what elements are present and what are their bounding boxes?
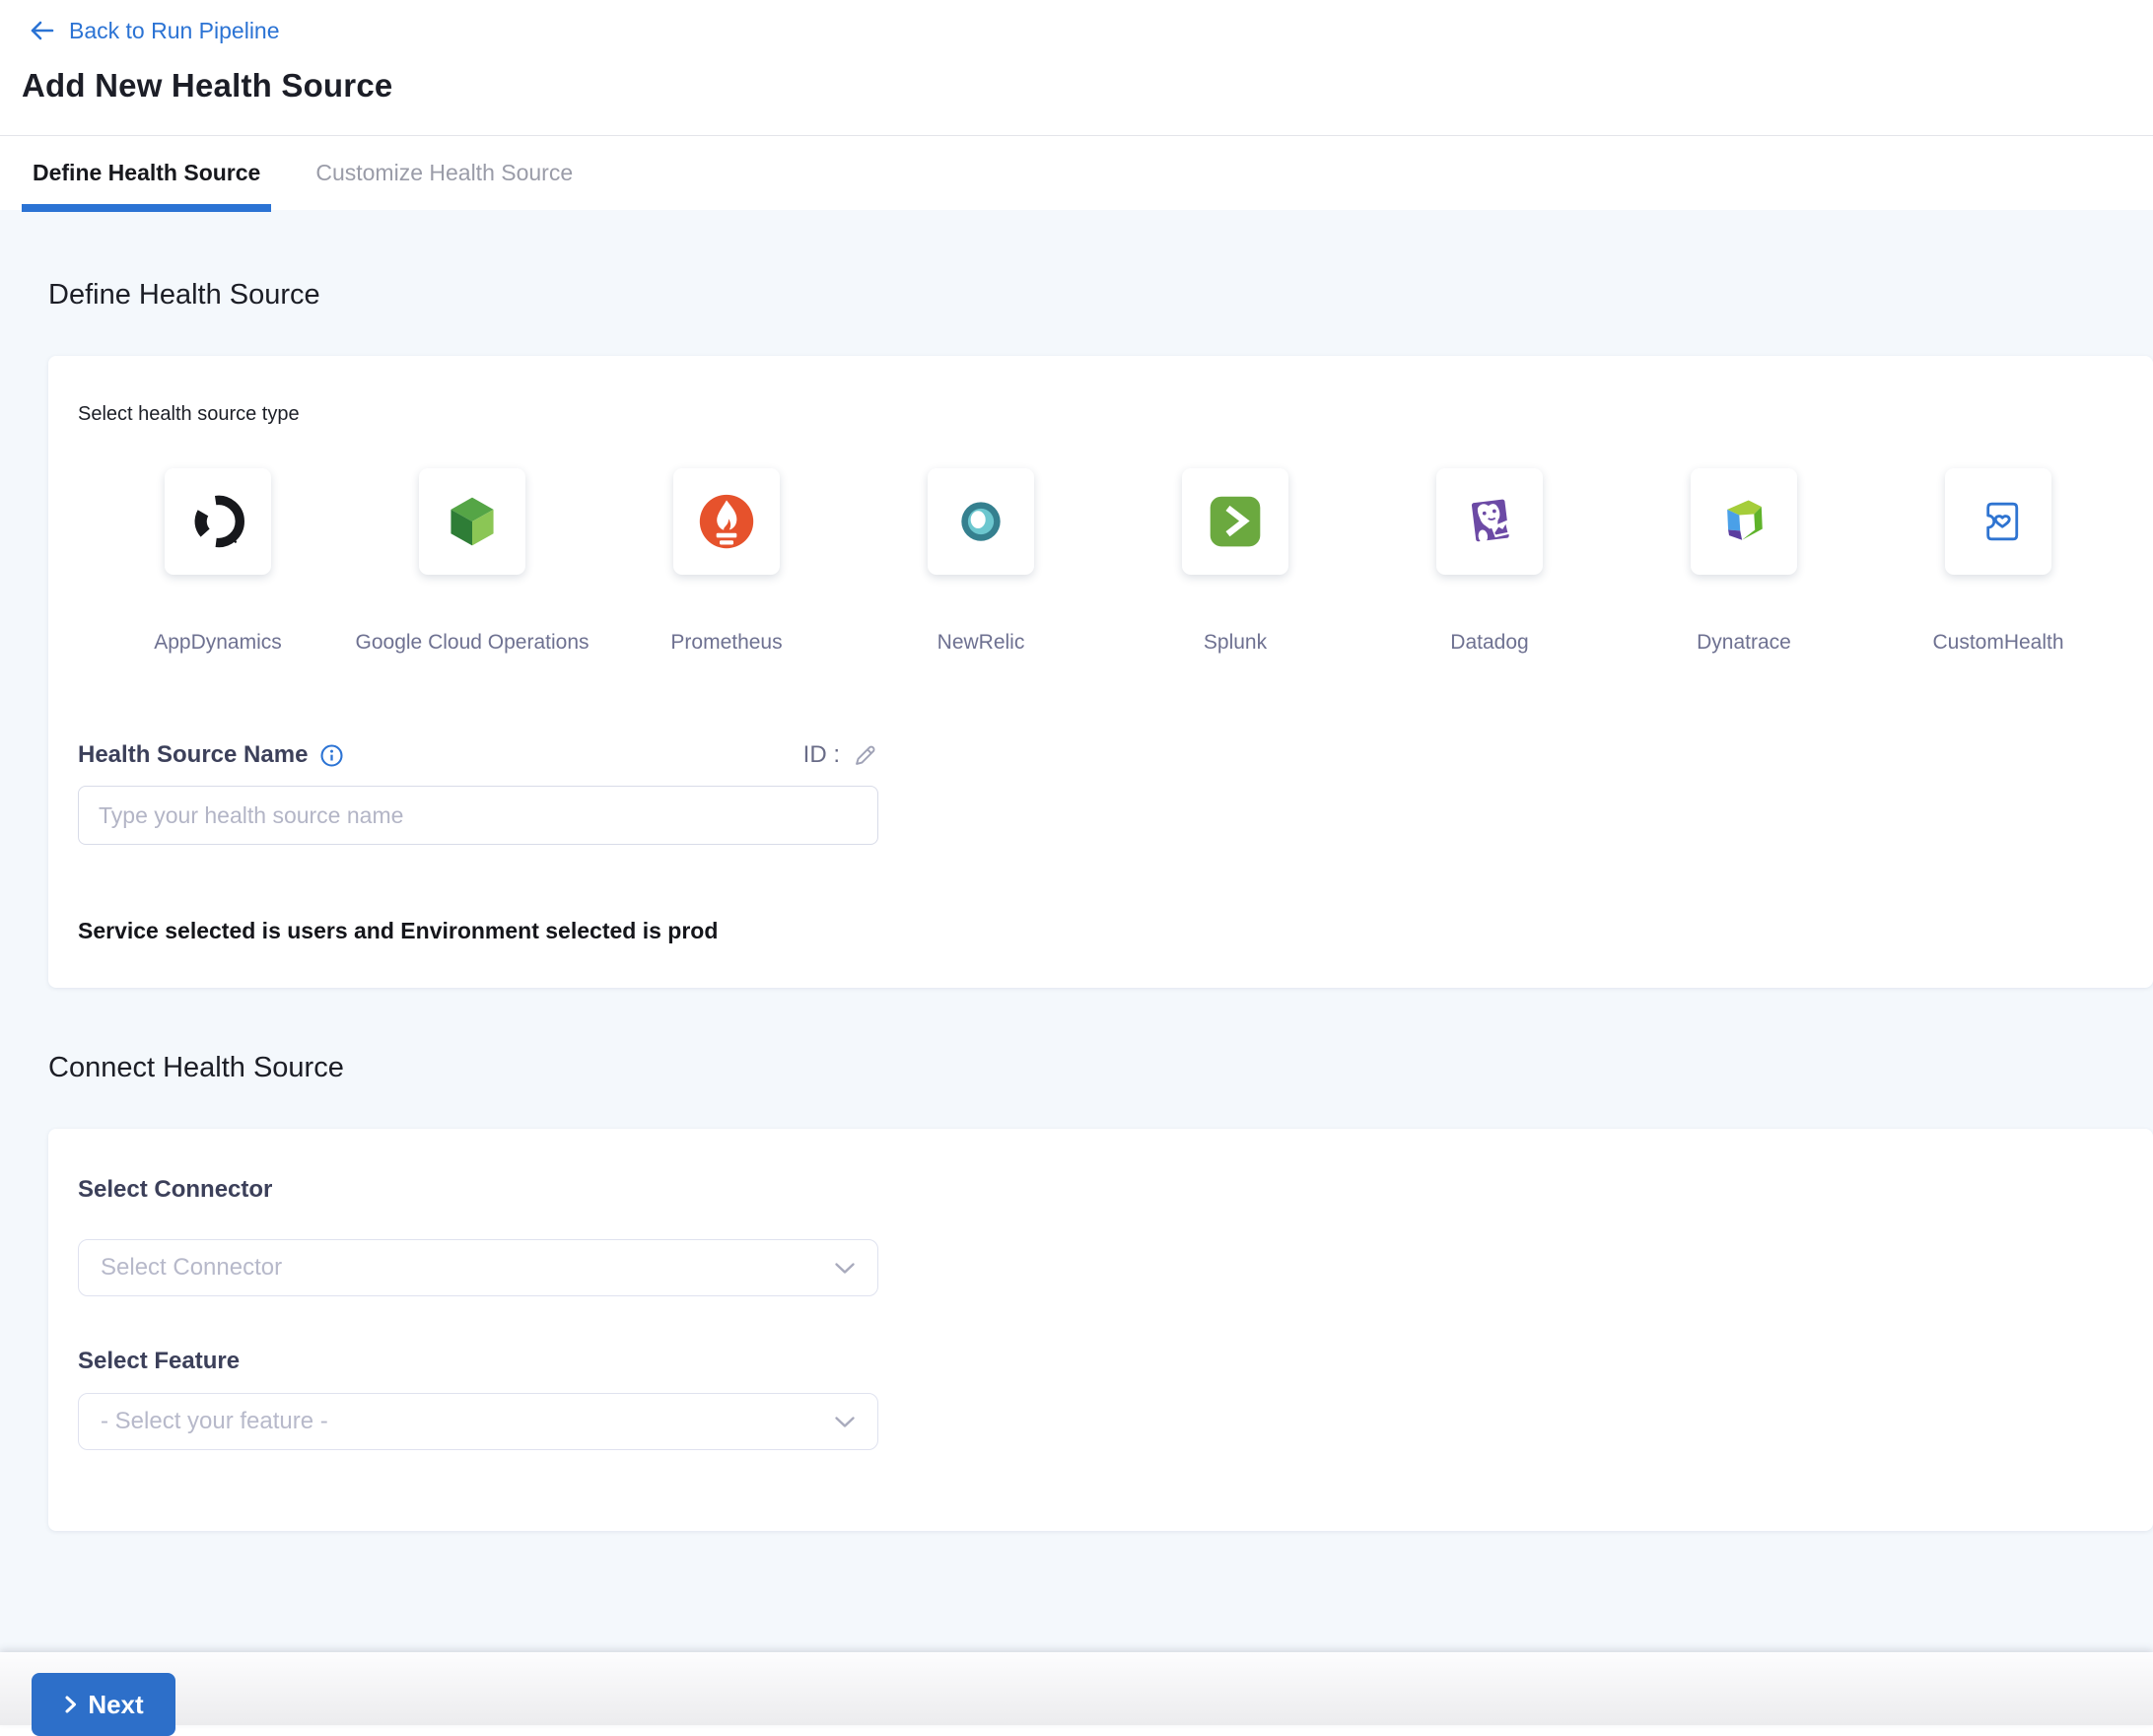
chevron-down-icon <box>834 1262 856 1275</box>
connector-select-placeholder: Select Connector <box>101 1254 282 1282</box>
tab-customize-health-source[interactable]: Customize Health Source <box>305 136 584 210</box>
page-title: Add New Health Source <box>22 67 2153 104</box>
select-type-label: Select health source type <box>78 403 2123 425</box>
dynatrace-icon <box>1714 492 1773 551</box>
id-display: ID : <box>803 741 878 769</box>
chevron-right-icon <box>63 1695 78 1714</box>
splunk-icon <box>1206 492 1265 551</box>
back-navigation: Back to Run Pipeline <box>28 16 2153 45</box>
health-source-name-label: Health Source Name <box>78 741 308 769</box>
selection-note: Service selected is users and Environmen… <box>78 918 2123 943</box>
chevron-down-icon <box>834 1416 856 1428</box>
datadog-icon <box>1460 492 1519 551</box>
next-button-label: Next <box>88 1690 143 1720</box>
source-type-appdynamics[interactable]: AppDynamics <box>165 468 271 656</box>
health-source-name-input[interactable] <box>78 786 878 845</box>
tab-bar: Define Health Source Customize Health So… <box>0 135 2153 210</box>
add-health-source-page: Back to Run Pipeline Add New Health Sour… <box>0 0 2153 1725</box>
connect-section-heading: Connect Health Source <box>48 1052 2153 1084</box>
tab-define-health-source[interactable]: Define Health Source <box>22 136 271 210</box>
connect-health-source-card: Select Connector Select Connector Select… <box>48 1129 2153 1531</box>
back-arrow-icon[interactable] <box>28 17 55 44</box>
source-type-datadog[interactable]: Datadog <box>1436 468 1543 656</box>
newrelic-icon <box>951 492 1010 551</box>
source-type-newrelic[interactable]: NewRelic <box>928 468 1034 656</box>
appdynamics-icon <box>188 492 247 551</box>
health-source-type-grid: AppDynamics Google Cloud Operations <box>165 468 2123 656</box>
feature-select-placeholder: - Select your feature - <box>101 1408 328 1435</box>
feature-select[interactable]: - Select your feature - <box>78 1393 878 1450</box>
customhealth-icon <box>1969 492 2028 551</box>
main-content: Define Health Source Select health sourc… <box>0 210 2153 1652</box>
source-type-prometheus[interactable]: Prometheus <box>673 468 780 656</box>
prometheus-icon <box>697 492 756 551</box>
connector-select[interactable]: Select Connector <box>78 1239 878 1296</box>
page-header: Back to Run Pipeline Add New Health Sour… <box>0 0 2153 135</box>
info-icon[interactable] <box>319 743 344 768</box>
next-button[interactable]: Next <box>32 1673 175 1736</box>
source-type-google-cloud-operations[interactable]: Google Cloud Operations <box>419 468 525 656</box>
define-health-source-card: Select health source type AppDynamics <box>48 356 2153 988</box>
select-connector-label: Select Connector <box>78 1176 2123 1204</box>
define-section-heading: Define Health Source <box>48 210 2153 312</box>
id-label: ID : <box>803 741 840 769</box>
select-feature-label: Select Feature <box>78 1348 2123 1375</box>
footer-bar: Next <box>0 1652 2153 1725</box>
source-type-splunk[interactable]: Splunk <box>1182 468 1288 656</box>
name-field-header: Health Source Name ID : <box>78 740 878 770</box>
back-link[interactable]: Back to Run Pipeline <box>69 18 280 44</box>
source-type-dynatrace[interactable]: Dynatrace <box>1691 468 1797 656</box>
source-type-customhealth[interactable]: CustomHealth <box>1945 468 2051 656</box>
edit-pencil-icon[interactable] <box>852 742 878 769</box>
google-cloud-operations-icon <box>443 492 502 551</box>
